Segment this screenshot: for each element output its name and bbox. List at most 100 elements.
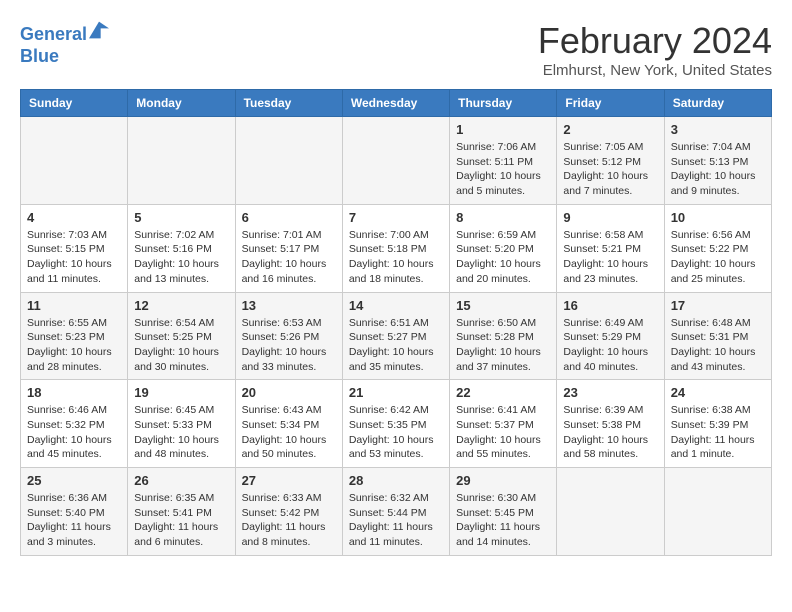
calendar-cell: 24 Sunrise: 6:38 AMSunset: 5:39 PMDayligh… [664, 380, 771, 468]
weekday-header-cell: Saturday [664, 90, 771, 117]
day-info: Sunrise: 7:05 AMSunset: 5:12 PMDaylight:… [563, 140, 657, 199]
calendar-cell: 27Sunrise: 6:33 AMSunset: 5:42 PMDayligh… [235, 468, 342, 556]
day-number: 16 [563, 298, 657, 313]
subtitle: Elmhurst, New York, United States [538, 62, 772, 79]
calendar-table: SundayMondayTuesdayWednesdayThursdayFrid… [20, 89, 772, 556]
day-info: Sunrise: 7:01 AMSunset: 5:17 PMDaylight:… [242, 228, 336, 287]
calendar-cell: 14 Sunrise: 6:51 AMSunset: 5:27 PMDayligh… [342, 292, 449, 380]
day-number: 9 [563, 210, 657, 225]
day-number: 14 [349, 298, 443, 313]
calendar-week-row: 4 Sunrise: 7:03 AMSunset: 5:15 PMDaylight… [21, 204, 772, 292]
day-number: 7 [349, 210, 443, 225]
day-number: 19 [134, 385, 228, 400]
day-info: Sunrise: 6:33 AMSunset: 5:42 PMDaylight:… [242, 491, 336, 550]
day-info: Sunrise: 6:49 AMSunset: 5:29 PMDaylight:… [563, 316, 657, 375]
day-number: 2 [563, 122, 657, 137]
day-info: Sunrise: 6:54 AMSunset: 5:25 PMDaylight:… [134, 316, 228, 375]
day-info: Sunrise: 7:03 AMSunset: 5:15 PMDaylight:… [27, 228, 121, 287]
day-number: 8 [456, 210, 550, 225]
day-info: Sunrise: 6:58 AMSunset: 5:21 PMDaylight:… [563, 228, 657, 287]
main-title: February 2024 [538, 20, 772, 62]
calendar-cell: 29 Sunrise: 6:30 AMSunset: 5:45 PMDayligh… [450, 468, 557, 556]
logo-text: General [20, 20, 109, 46]
day-number: 29 [456, 473, 550, 488]
day-info: Sunrise: 7:00 AMSunset: 5:18 PMDaylight:… [349, 228, 443, 287]
calendar-cell: 26 Sunrise: 6:35 AMSunset: 5:41 PMDayligh… [128, 468, 235, 556]
calendar-cell: 17Sunrise: 6:48 AMSunset: 5:31 PMDayligh… [664, 292, 771, 380]
calendar-week-row: 1 Sunrise: 7:06 AMSunset: 5:11 PMDaylight… [21, 117, 772, 205]
day-number: 17 [671, 298, 765, 313]
day-info: Sunrise: 6:30 AMSunset: 5:45 PMDaylight:… [456, 491, 550, 550]
day-number: 26 [134, 473, 228, 488]
logo-blue-text: Blue [20, 46, 59, 66]
calendar-cell: 23Sunrise: 6:39 AMSunset: 5:38 PMDayligh… [557, 380, 664, 468]
day-number: 4 [27, 210, 121, 225]
day-info: Sunrise: 6:51 AMSunset: 5:27 PMDaylight:… [349, 316, 443, 375]
day-info: Sunrise: 6:41 AMSunset: 5:37 PMDaylight:… [456, 403, 550, 462]
calendar-cell: 11 Sunrise: 6:55 AMSunset: 5:23 PMDayligh… [21, 292, 128, 380]
calendar-cell: 10 Sunrise: 6:56 AMSunset: 5:22 PMDayligh… [664, 204, 771, 292]
day-info: Sunrise: 6:53 AMSunset: 5:26 PMDaylight:… [242, 316, 336, 375]
day-info: Sunrise: 6:50 AMSunset: 5:28 PMDaylight:… [456, 316, 550, 375]
calendar-cell: 4 Sunrise: 7:03 AMSunset: 5:15 PMDaylight… [21, 204, 128, 292]
page-header: General Blue February 2024 Elmhurst, New… [20, 20, 772, 79]
day-number: 18 [27, 385, 121, 400]
day-info: Sunrise: 6:36 AMSunset: 5:40 PMDaylight:… [27, 491, 121, 550]
calendar-cell: 6Sunrise: 7:01 AMSunset: 5:17 PMDaylight… [235, 204, 342, 292]
calendar-cell [21, 117, 128, 205]
day-info: Sunrise: 6:43 AMSunset: 5:34 PMDaylight:… [242, 403, 336, 462]
calendar-cell: 2 Sunrise: 7:05 AMSunset: 5:12 PMDaylight… [557, 117, 664, 205]
logo-bird-icon [89, 20, 109, 40]
day-number: 28 [349, 473, 443, 488]
calendar-cell [664, 468, 771, 556]
calendar-cell: 21 Sunrise: 6:42 AMSunset: 5:35 PMDayligh… [342, 380, 449, 468]
day-info: Sunrise: 6:55 AMSunset: 5:23 PMDaylight:… [27, 316, 121, 375]
day-info: Sunrise: 7:02 AMSunset: 5:16 PMDaylight:… [134, 228, 228, 287]
day-number: 11 [27, 298, 121, 313]
calendar-cell [557, 468, 664, 556]
day-number: 5 [134, 210, 228, 225]
calendar-cell: 28Sunrise: 6:32 AMSunset: 5:44 PMDayligh… [342, 468, 449, 556]
calendar-cell: 12Sunrise: 6:54 AMSunset: 5:25 PMDayligh… [128, 292, 235, 380]
weekday-header-cell: Monday [128, 90, 235, 117]
day-number: 22 [456, 385, 550, 400]
calendar-cell: 25 Sunrise: 6:36 AMSunset: 5:40 PMDayligh… [21, 468, 128, 556]
weekday-header-cell: Friday [557, 90, 664, 117]
calendar-cell: 7 Sunrise: 7:00 AMSunset: 5:18 PMDaylight… [342, 204, 449, 292]
calendar-cell: 18Sunrise: 6:46 AMSunset: 5:32 PMDayligh… [21, 380, 128, 468]
logo-general: General [20, 24, 87, 44]
weekday-header-row: SundayMondayTuesdayWednesdayThursdayFrid… [21, 90, 772, 117]
day-number: 13 [242, 298, 336, 313]
day-info: Sunrise: 6:45 AMSunset: 5:33 PMDaylight:… [134, 403, 228, 462]
day-number: 15 [456, 298, 550, 313]
day-number: 21 [349, 385, 443, 400]
calendar-cell: 9 Sunrise: 6:58 AMSunset: 5:21 PMDaylight… [557, 204, 664, 292]
weekday-header-cell: Thursday [450, 90, 557, 117]
calendar-cell [128, 117, 235, 205]
calendar-cell [342, 117, 449, 205]
calendar-cell: 22 Sunrise: 6:41 AMSunset: 5:37 PMDayligh… [450, 380, 557, 468]
day-number: 1 [456, 122, 550, 137]
calendar-cell: 5 Sunrise: 7:02 AMSunset: 5:16 PMDaylight… [128, 204, 235, 292]
calendar-week-row: 25 Sunrise: 6:36 AMSunset: 5:40 PMDayligh… [21, 468, 772, 556]
calendar-body: 1 Sunrise: 7:06 AMSunset: 5:11 PMDaylight… [21, 117, 772, 556]
logo-blue: Blue [20, 46, 109, 68]
day-info: Sunrise: 7:06 AMSunset: 5:11 PMDaylight:… [456, 140, 550, 199]
day-info: Sunrise: 6:56 AMSunset: 5:22 PMDaylight:… [671, 228, 765, 287]
calendar-cell: 20Sunrise: 6:43 AMSunset: 5:34 PMDayligh… [235, 380, 342, 468]
day-info: Sunrise: 6:35 AMSunset: 5:41 PMDaylight:… [134, 491, 228, 550]
day-info: Sunrise: 6:42 AMSunset: 5:35 PMDaylight:… [349, 403, 443, 462]
calendar-cell [235, 117, 342, 205]
day-info: Sunrise: 6:38 AMSunset: 5:39 PMDaylight:… [671, 403, 765, 462]
weekday-header-cell: Tuesday [235, 90, 342, 117]
calendar-cell: 16 Sunrise: 6:49 AMSunset: 5:29 PMDayligh… [557, 292, 664, 380]
calendar-cell: 3 Sunrise: 7:04 AMSunset: 5:13 PMDaylight… [664, 117, 771, 205]
day-info: Sunrise: 6:39 AMSunset: 5:38 PMDaylight:… [563, 403, 657, 462]
day-number: 3 [671, 122, 765, 137]
day-number: 25 [27, 473, 121, 488]
day-info: Sunrise: 6:59 AMSunset: 5:20 PMDaylight:… [456, 228, 550, 287]
day-number: 10 [671, 210, 765, 225]
calendar-cell: 8 Sunrise: 6:59 AMSunset: 5:20 PMDaylight… [450, 204, 557, 292]
day-info: Sunrise: 7:04 AMSunset: 5:13 PMDaylight:… [671, 140, 765, 199]
day-number: 24 [671, 385, 765, 400]
